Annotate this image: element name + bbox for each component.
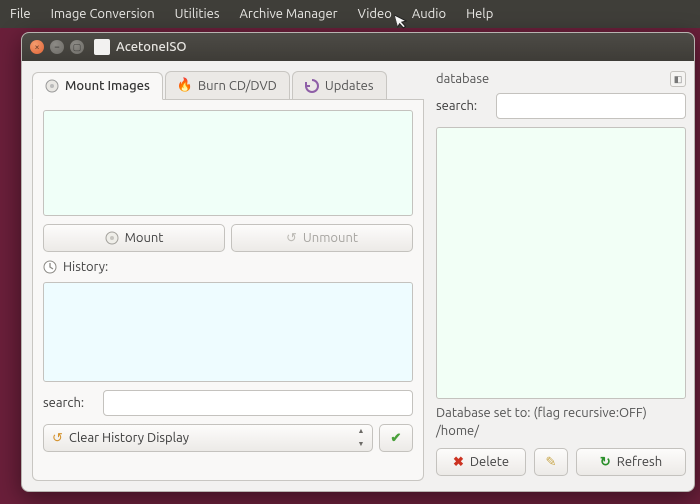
chevron-up-icon: ▲ — [354, 428, 368, 435]
right-search-label: search: — [436, 99, 488, 113]
database-list[interactable] — [436, 127, 686, 399]
window-close-button[interactable]: × — [30, 40, 44, 54]
tab-burn-cd-dvd[interactable]: 🔥 Burn CD/DVD — [165, 71, 290, 99]
history-list[interactable] — [43, 282, 413, 382]
app-icon — [94, 39, 110, 55]
menu-utilities[interactable]: Utilities — [165, 3, 230, 25]
window-minimize-button[interactable]: – — [50, 40, 64, 54]
detach-icon: ◧ — [674, 74, 683, 85]
tab-mount-label: Mount Images — [65, 79, 150, 93]
left-search-input[interactable] — [103, 390, 413, 416]
combo-stepper[interactable]: ▲ ▼ — [354, 428, 368, 448]
tab-mount-content: Mount ↺ Unmount History: search: — [32, 100, 424, 481]
database-status: Database set to: (flag recursive:OFF) /h… — [436, 405, 686, 440]
undo-icon: ↺ — [286, 231, 297, 246]
mount-button[interactable]: Mount — [43, 224, 225, 252]
mount-icon — [105, 231, 119, 245]
mounted-images-list[interactable] — [43, 110, 413, 216]
clear-history-label: Clear History Display — [69, 431, 189, 445]
updates-icon — [305, 79, 319, 93]
tab-updates[interactable]: Updates — [292, 71, 387, 99]
menu-video[interactable]: Video — [348, 3, 402, 25]
window-titlebar[interactable]: × – ▢ AcetoneISO — [22, 33, 694, 61]
menu-help[interactable]: Help — [456, 3, 503, 25]
refresh-icon: ↻ — [600, 455, 611, 470]
database-status-line-2: /home/ — [436, 423, 686, 441]
window-maximize-button[interactable]: ▢ — [70, 40, 84, 54]
menu-audio[interactable]: Audio — [402, 3, 456, 25]
burn-icon: 🔥 — [178, 79, 192, 93]
system-menubar: File Image Conversion Utilities Archive … — [0, 0, 700, 28]
right-search-input[interactable] — [496, 93, 686, 119]
check-icon: ✔ — [391, 431, 402, 446]
pencil-icon: ✎ — [546, 455, 557, 470]
app-window: × – ▢ AcetoneISO Mount Images 🔥 Burn CD/… — [21, 32, 695, 492]
menu-file[interactable]: File — [6, 3, 41, 25]
left-search-label: search: — [43, 396, 95, 410]
menu-image-conversion[interactable]: Image Conversion — [41, 3, 165, 25]
mount-button-label: Mount — [125, 231, 164, 245]
database-status-line-1: Database set to: (flag recursive:OFF) — [436, 405, 686, 423]
panel-detach-button[interactable]: ◧ — [670, 71, 686, 87]
chevron-down-icon: ▼ — [354, 441, 368, 448]
database-header: database — [436, 72, 489, 86]
tab-updates-label: Updates — [325, 79, 374, 93]
history-label: History: — [63, 260, 108, 274]
unmount-button[interactable]: ↺ Unmount — [231, 224, 413, 252]
window-title: AcetoneISO — [116, 40, 187, 54]
unmount-button-label: Unmount — [303, 231, 358, 245]
tab-mount-images[interactable]: Mount Images — [32, 72, 163, 100]
delete-button-label: Delete — [470, 455, 509, 469]
edit-button[interactable]: ✎ — [534, 448, 568, 476]
clock-icon — [43, 260, 57, 274]
refresh-button[interactable]: ↻ Refresh — [576, 448, 686, 476]
undo-arrow-icon: ↺ — [52, 431, 63, 446]
delete-button[interactable]: ✖ Delete — [436, 448, 526, 476]
delete-icon: ✖ — [453, 455, 464, 470]
disc-mount-icon — [45, 79, 59, 93]
refresh-button-label: Refresh — [617, 455, 662, 469]
tab-bar: Mount Images 🔥 Burn CD/DVD Updates — [32, 71, 424, 100]
tab-burn-label: Burn CD/DVD — [198, 79, 277, 93]
confirm-clear-button[interactable]: ✔ — [379, 424, 413, 452]
menu-archive-manager[interactable]: Archive Manager — [229, 3, 347, 25]
clear-history-combo[interactable]: ↺ Clear History Display ▲ ▼ — [43, 424, 373, 452]
